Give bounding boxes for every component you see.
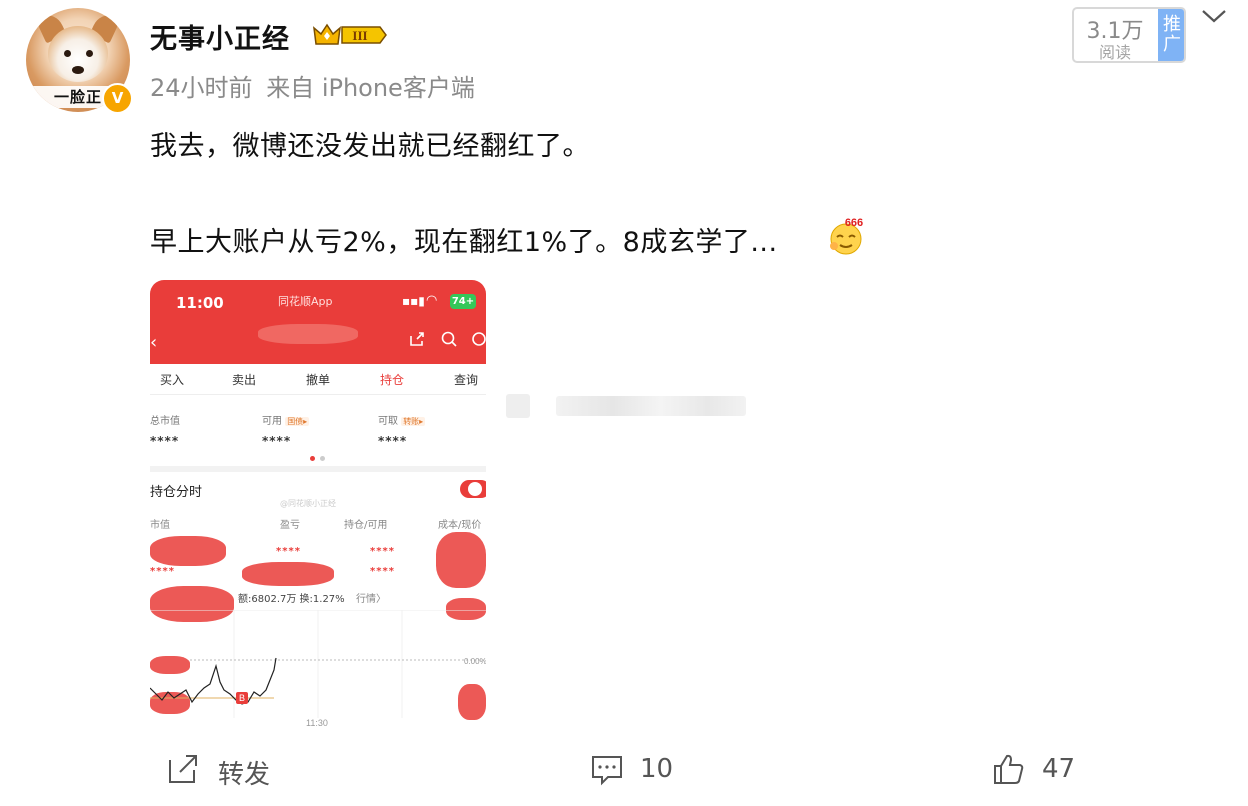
summary-label: 可用 国债▸ <box>262 416 310 427</box>
toggle-knob <box>468 482 482 496</box>
avatar-dog-nose <box>72 66 84 74</box>
svg-text:666: 666 <box>845 217 863 229</box>
signal-icon: ▪▪▮ <box>402 294 425 308</box>
post-meta: 24小时前 来自 iPhone客户端 <box>150 68 475 103</box>
read-label: 阅读 <box>1098 43 1131 62</box>
masked-value: **** <box>370 546 395 557</box>
avatar-dog-eye <box>86 50 93 57</box>
post-source: 来自 iPhone客户端 <box>266 74 475 102</box>
read-count-box[interactable]: 3.1万 阅读 推广 <box>1072 7 1186 63</box>
search-icon <box>441 331 457 347</box>
chevron-down-icon[interactable] <box>1200 6 1228 26</box>
like-icon[interactable] <box>992 752 1026 786</box>
column-header: 市值 <box>150 520 170 531</box>
redaction-scribble <box>242 562 334 586</box>
tab-query: 查询 <box>454 373 479 387</box>
vip-level: III <box>352 28 367 43</box>
wifi-icon: ◠ <box>426 293 438 308</box>
column-header: 盈亏 <box>280 520 300 531</box>
post-text-line-1: 我去，微博还没发出就已经翻红了。 <box>150 131 590 162</box>
tab-position: 持仓 <box>380 373 405 387</box>
repost-button[interactable]: 转发 <box>218 754 270 791</box>
watermark: @同花顺小正经 <box>280 499 336 508</box>
summary-value: **** <box>378 434 408 448</box>
column-header: 持仓/可用 <box>344 520 388 531</box>
summary-label: 可取 转账▸ <box>378 416 426 427</box>
verified-icon: V <box>102 83 133 114</box>
image-placeholder <box>506 394 530 418</box>
more-icon <box>472 332 486 346</box>
emoji-666-icon: 666 <box>830 217 863 255</box>
redaction-scribble <box>436 532 486 588</box>
summary-value: **** <box>262 434 292 448</box>
status-app-name: 同花顺App <box>278 295 333 308</box>
column-header: 成本/现价 <box>438 520 482 531</box>
volume-text: 额:6802.7万 换:1.27% <box>238 594 345 605</box>
section-title: 持仓分时 <box>150 485 203 500</box>
redaction-scribble <box>150 536 226 566</box>
comment-count[interactable]: 10 <box>640 754 673 784</box>
chart-time-label: 11:30 <box>306 718 328 726</box>
status-time: 11:00 <box>176 294 224 312</box>
comment-icon[interactable] <box>590 752 624 786</box>
vip-crown-badge-icon[interactable]: III <box>312 22 388 48</box>
summary-label: 总市值 <box>150 416 180 427</box>
pager-dot-active <box>310 456 315 461</box>
summary-value: **** <box>150 434 180 448</box>
tab-buy: 买入 <box>160 373 185 387</box>
post-text-line-2: 早上大账户从亏2%，现在翻红1%了。8成玄学了... <box>150 227 778 258</box>
buy-marker: B <box>239 693 245 703</box>
quote-link: 行情〉 <box>356 594 386 605</box>
summary-tag: 转账▸ <box>401 417 426 426</box>
post-image[interactable]: 11:00 同花顺App ▪▪▮ ◠ 74+ ‹ 买入 卖出 撤单 持仓 查询 … <box>150 280 486 726</box>
battery-icon: 74+ <box>450 294 476 309</box>
intraday-chart: B 0.00% 11:30 <box>150 610 486 726</box>
masked-value: **** <box>370 566 395 577</box>
tab-sell: 卖出 <box>232 373 257 387</box>
active-tab-underline <box>356 308 428 310</box>
like-count[interactable]: 47 <box>1042 754 1075 784</box>
back-icon: ‹ <box>150 332 158 353</box>
chart-pct-label: 0.00% <box>464 657 486 666</box>
masked-value: **** <box>276 546 301 557</box>
repost-icon[interactable] <box>166 752 200 786</box>
pager-dot <box>320 456 325 461</box>
tab-cancel: 撤单 <box>306 373 331 387</box>
post-timestamp: 24小时前 <box>150 74 253 102</box>
image-placeholder <box>556 396 746 416</box>
redaction-scribble <box>258 324 358 344</box>
section-divider <box>150 466 486 472</box>
summary-tag: 国债▸ <box>285 417 310 426</box>
share-icon <box>410 332 424 346</box>
promote-button[interactable]: 推广 <box>1158 9 1184 61</box>
masked-value: **** <box>150 566 175 577</box>
username[interactable]: 无事小正经 <box>150 17 290 56</box>
avatar-dog-eye <box>64 50 71 57</box>
